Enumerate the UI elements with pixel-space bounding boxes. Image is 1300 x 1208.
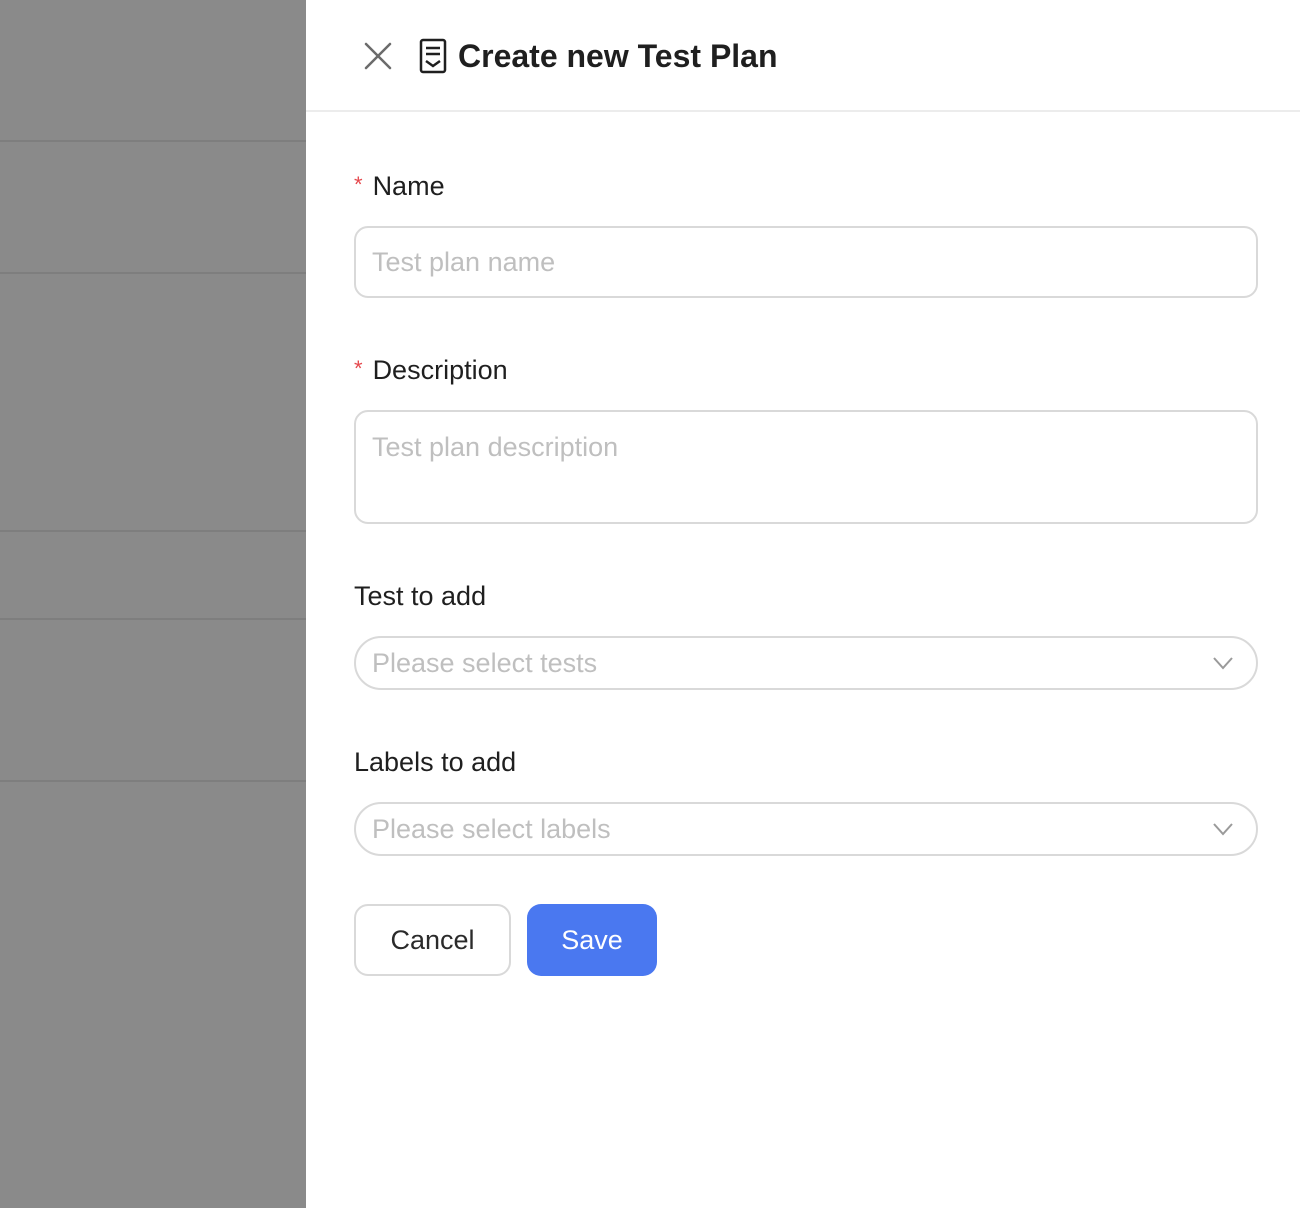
labels-select[interactable]: Please select labels [354, 802, 1258, 856]
description-textarea[interactable] [354, 410, 1258, 524]
labels-select-placeholder: Please select labels [372, 814, 611, 844]
close-icon [364, 42, 392, 70]
backdrop-divider [0, 780, 306, 782]
cancel-button[interactable]: Cancel [354, 904, 511, 976]
backdrop-divider [0, 530, 306, 532]
drawer-header: Create new Test Plan [306, 0, 1300, 112]
required-marker: * [354, 172, 363, 197]
modal-backdrop[interactable] [0, 0, 306, 1208]
document-check-icon [419, 38, 447, 74]
tests-label: Test to add [354, 581, 487, 611]
backdrop-divider [0, 272, 306, 274]
labels-label: Labels to add [354, 747, 517, 777]
chevron-down-icon [1213, 657, 1233, 670]
chevron-down-icon [1213, 823, 1233, 836]
name-input[interactable] [354, 226, 1258, 298]
save-button[interactable]: Save [527, 904, 657, 976]
backdrop-divider [0, 618, 306, 620]
name-label-text: Name [372, 171, 445, 201]
description-label: * Description [354, 352, 508, 390]
drawer-title: Create new Test Plan [458, 38, 778, 74]
backdrop-divider [0, 140, 306, 142]
tests-select[interactable]: Please select tests [354, 636, 1258, 690]
tests-select-placeholder: Please select tests [372, 648, 598, 678]
create-test-plan-drawer: Create new Test Plan *Name *Description … [306, 0, 1300, 1208]
required-marker: * [354, 356, 363, 381]
close-button[interactable] [358, 36, 398, 76]
name-label: * Name [354, 168, 445, 206]
description-label-text: Description [372, 355, 508, 385]
